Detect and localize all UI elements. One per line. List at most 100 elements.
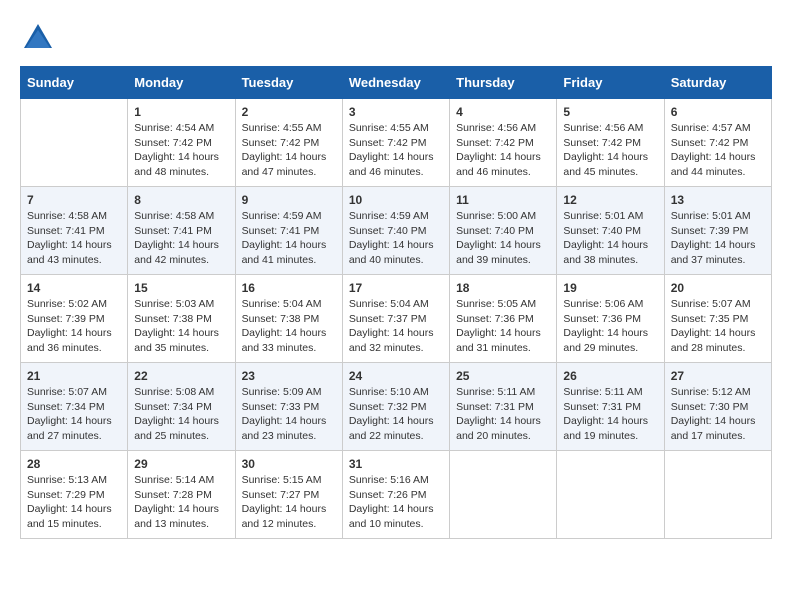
sunset: Sunset: 7:26 PM [349, 489, 427, 501]
calendar-cell: 9 Sunrise: 4:59 AM Sunset: 7:41 PM Dayli… [235, 187, 342, 275]
daylight: Daylight: 14 hours and 12 minutes. [242, 503, 327, 530]
calendar-cell: 7 Sunrise: 4:58 AM Sunset: 7:41 PM Dayli… [21, 187, 128, 275]
sunrise: Sunrise: 5:14 AM [134, 474, 214, 486]
week-row-4: 28 Sunrise: 5:13 AM Sunset: 7:29 PM Dayl… [21, 451, 772, 539]
daylight: Daylight: 14 hours and 15 minutes. [27, 503, 112, 530]
daylight: Daylight: 14 hours and 35 minutes. [134, 327, 219, 354]
cell-info: Sunrise: 5:00 AM Sunset: 7:40 PM Dayligh… [456, 209, 550, 268]
logo [20, 20, 60, 56]
week-row-3: 21 Sunrise: 5:07 AM Sunset: 7:34 PM Dayl… [21, 363, 772, 451]
sunrise: Sunrise: 5:11 AM [456, 386, 535, 398]
day-number: 10 [349, 193, 443, 207]
calendar-cell: 26 Sunrise: 5:11 AM Sunset: 7:31 PM Dayl… [557, 363, 664, 451]
sunrise: Sunrise: 5:12 AM [671, 386, 751, 398]
cell-info: Sunrise: 4:57 AM Sunset: 7:42 PM Dayligh… [671, 121, 765, 180]
cell-info: Sunrise: 4:56 AM Sunset: 7:42 PM Dayligh… [563, 121, 657, 180]
day-number: 25 [456, 369, 550, 383]
sunrise: Sunrise: 5:01 AM [563, 210, 643, 222]
sunrise: Sunrise: 5:10 AM [349, 386, 429, 398]
weekday-header-tuesday: Tuesday [235, 67, 342, 99]
cell-info: Sunrise: 5:05 AM Sunset: 7:36 PM Dayligh… [456, 297, 550, 356]
sunrise: Sunrise: 5:07 AM [671, 298, 751, 310]
cell-info: Sunrise: 4:58 AM Sunset: 7:41 PM Dayligh… [27, 209, 121, 268]
calendar-cell [450, 451, 557, 539]
cell-info: Sunrise: 5:12 AM Sunset: 7:30 PM Dayligh… [671, 385, 765, 444]
sunrise: Sunrise: 4:59 AM [349, 210, 429, 222]
day-number: 11 [456, 193, 550, 207]
daylight: Daylight: 14 hours and 46 minutes. [349, 151, 434, 178]
sunset: Sunset: 7:32 PM [349, 401, 427, 413]
sunrise: Sunrise: 5:08 AM [134, 386, 214, 398]
calendar-cell: 13 Sunrise: 5:01 AM Sunset: 7:39 PM Dayl… [664, 187, 771, 275]
weekday-header-row: SundayMondayTuesdayWednesdayThursdayFrid… [21, 67, 772, 99]
daylight: Daylight: 14 hours and 32 minutes. [349, 327, 434, 354]
calendar-cell: 8 Sunrise: 4:58 AM Sunset: 7:41 PM Dayli… [128, 187, 235, 275]
cell-info: Sunrise: 4:55 AM Sunset: 7:42 PM Dayligh… [242, 121, 336, 180]
calendar-cell: 10 Sunrise: 4:59 AM Sunset: 7:40 PM Dayl… [342, 187, 449, 275]
day-number: 8 [134, 193, 228, 207]
sunrise: Sunrise: 5:00 AM [456, 210, 536, 222]
day-number: 29 [134, 457, 228, 471]
calendar-cell: 19 Sunrise: 5:06 AM Sunset: 7:36 PM Dayl… [557, 275, 664, 363]
sunset: Sunset: 7:37 PM [349, 313, 427, 325]
weekday-header-friday: Friday [557, 67, 664, 99]
sunrise: Sunrise: 5:03 AM [134, 298, 214, 310]
sunset: Sunset: 7:40 PM [349, 225, 427, 237]
cell-info: Sunrise: 5:07 AM Sunset: 7:34 PM Dayligh… [27, 385, 121, 444]
calendar-cell: 1 Sunrise: 4:54 AM Sunset: 7:42 PM Dayli… [128, 99, 235, 187]
cell-info: Sunrise: 5:09 AM Sunset: 7:33 PM Dayligh… [242, 385, 336, 444]
sunset: Sunset: 7:41 PM [134, 225, 212, 237]
day-number: 2 [242, 105, 336, 119]
sunrise: Sunrise: 5:04 AM [242, 298, 322, 310]
daylight: Daylight: 14 hours and 45 minutes. [563, 151, 648, 178]
cell-info: Sunrise: 5:02 AM Sunset: 7:39 PM Dayligh… [27, 297, 121, 356]
calendar-cell: 24 Sunrise: 5:10 AM Sunset: 7:32 PM Dayl… [342, 363, 449, 451]
sunrise: Sunrise: 4:56 AM [563, 122, 643, 134]
daylight: Daylight: 14 hours and 10 minutes. [349, 503, 434, 530]
sunset: Sunset: 7:33 PM [242, 401, 320, 413]
daylight: Daylight: 14 hours and 42 minutes. [134, 239, 219, 266]
calendar-cell: 22 Sunrise: 5:08 AM Sunset: 7:34 PM Dayl… [128, 363, 235, 451]
cell-info: Sunrise: 5:15 AM Sunset: 7:27 PM Dayligh… [242, 473, 336, 532]
daylight: Daylight: 14 hours and 44 minutes. [671, 151, 756, 178]
daylight: Daylight: 14 hours and 43 minutes. [27, 239, 112, 266]
cell-info: Sunrise: 5:13 AM Sunset: 7:29 PM Dayligh… [27, 473, 121, 532]
sunset: Sunset: 7:42 PM [456, 137, 534, 149]
sunrise: Sunrise: 4:56 AM [456, 122, 536, 134]
cell-info: Sunrise: 5:14 AM Sunset: 7:28 PM Dayligh… [134, 473, 228, 532]
calendar-cell [664, 451, 771, 539]
day-number: 6 [671, 105, 765, 119]
weekday-header-saturday: Saturday [664, 67, 771, 99]
cell-info: Sunrise: 5:08 AM Sunset: 7:34 PM Dayligh… [134, 385, 228, 444]
calendar-cell: 23 Sunrise: 5:09 AM Sunset: 7:33 PM Dayl… [235, 363, 342, 451]
sunrise: Sunrise: 4:57 AM [671, 122, 751, 134]
daylight: Daylight: 14 hours and 25 minutes. [134, 415, 219, 442]
sunset: Sunset: 7:34 PM [27, 401, 105, 413]
calendar-cell: 12 Sunrise: 5:01 AM Sunset: 7:40 PM Dayl… [557, 187, 664, 275]
day-number: 28 [27, 457, 121, 471]
sunset: Sunset: 7:27 PM [242, 489, 320, 501]
sunrise: Sunrise: 4:55 AM [349, 122, 429, 134]
week-row-2: 14 Sunrise: 5:02 AM Sunset: 7:39 PM Dayl… [21, 275, 772, 363]
day-number: 22 [134, 369, 228, 383]
calendar-cell [21, 99, 128, 187]
sunrise: Sunrise: 5:15 AM [242, 474, 322, 486]
daylight: Daylight: 14 hours and 38 minutes. [563, 239, 648, 266]
daylight: Daylight: 14 hours and 29 minutes. [563, 327, 648, 354]
daylight: Daylight: 14 hours and 20 minutes. [456, 415, 541, 442]
cell-info: Sunrise: 5:06 AM Sunset: 7:36 PM Dayligh… [563, 297, 657, 356]
sunrise: Sunrise: 5:01 AM [671, 210, 751, 222]
sunrise: Sunrise: 5:09 AM [242, 386, 322, 398]
sunset: Sunset: 7:28 PM [134, 489, 212, 501]
weekday-header-sunday: Sunday [21, 67, 128, 99]
sunrise: Sunrise: 5:16 AM [349, 474, 429, 486]
sunset: Sunset: 7:29 PM [27, 489, 105, 501]
daylight: Daylight: 14 hours and 36 minutes. [27, 327, 112, 354]
sunrise: Sunrise: 5:13 AM [27, 474, 107, 486]
calendar-cell: 11 Sunrise: 5:00 AM Sunset: 7:40 PM Dayl… [450, 187, 557, 275]
calendar-cell: 29 Sunrise: 5:14 AM Sunset: 7:28 PM Dayl… [128, 451, 235, 539]
calendar-cell: 16 Sunrise: 5:04 AM Sunset: 7:38 PM Dayl… [235, 275, 342, 363]
daylight: Daylight: 14 hours and 28 minutes. [671, 327, 756, 354]
day-number: 26 [563, 369, 657, 383]
day-number: 24 [349, 369, 443, 383]
